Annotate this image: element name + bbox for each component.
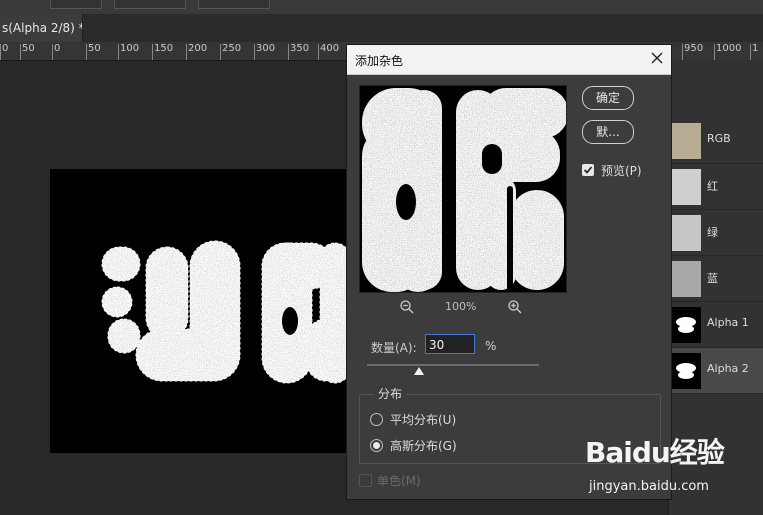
dialog-titlebar[interactable]: 添加杂色 xyxy=(347,45,671,75)
channel-row[interactable]: 红 xyxy=(669,164,763,210)
ok-button[interactable]: 确定 xyxy=(582,86,634,110)
channel-row[interactable]: RGB xyxy=(669,118,763,164)
document-tab[interactable]: s(Alpha 2/8) * × xyxy=(0,14,83,42)
ruler-tick xyxy=(118,44,119,60)
ruler-label: 0 xyxy=(54,43,61,54)
ruler-tick xyxy=(52,44,53,60)
channel-label: Alpha 1 xyxy=(707,316,749,329)
checkmark-icon xyxy=(583,166,593,174)
options-button[interactable] xyxy=(114,0,186,9)
options-button[interactable] xyxy=(198,0,270,9)
ruler-label: 350 xyxy=(290,43,310,54)
channel-row[interactable]: Alpha 2 xyxy=(669,348,763,394)
ruler-tick xyxy=(254,44,255,60)
ruler-label: 250 xyxy=(222,43,242,54)
channel-label: 绿 xyxy=(707,226,718,239)
ruler-tick xyxy=(152,44,153,60)
channel-row[interactable]: 绿 xyxy=(669,210,763,256)
channel-thumbnail xyxy=(671,215,701,251)
preview-label: 预览(P) xyxy=(601,164,642,178)
channel-thumbnail xyxy=(671,169,701,205)
ruler-tick xyxy=(0,44,1,60)
amount-slider-track[interactable] xyxy=(367,364,539,366)
baidu-jingyan-watermark: Baidu经验 jingyan.baidu.com xyxy=(585,431,760,501)
channel-label: RGB xyxy=(707,132,731,145)
watermark-url: jingyan.baidu.com xyxy=(589,479,709,494)
ruler-tick xyxy=(714,44,715,60)
options-bar xyxy=(0,0,763,15)
canvas-artwork xyxy=(50,169,350,453)
amount-label: 数量(A): xyxy=(371,341,417,355)
gaussian-radio[interactable] xyxy=(370,439,383,452)
ruler-label: 1000 xyxy=(716,43,742,54)
channel-thumbnail xyxy=(671,261,701,297)
dialog-title: 添加杂色 xyxy=(355,54,404,68)
channel-label: Alpha 2 xyxy=(707,362,749,375)
preview-artwork xyxy=(360,86,566,292)
channel-thumbnail xyxy=(671,353,701,389)
document-canvas[interactable] xyxy=(50,169,350,453)
watermark-brand: Baidu经验 xyxy=(585,436,725,469)
amount-unit: % xyxy=(485,339,497,353)
ruler-tick xyxy=(682,44,683,60)
ruler-tick xyxy=(186,44,187,60)
ruler-label: 150 xyxy=(154,43,174,54)
ruler-tick xyxy=(288,44,289,60)
ruler-label: 0 xyxy=(2,43,9,54)
ruler-label: 50 xyxy=(88,43,101,54)
preview-zoom-controls: 100% xyxy=(359,299,565,317)
distribution-legend: 分布 xyxy=(374,385,407,402)
ruler-label: 200 xyxy=(188,43,208,54)
ruler-tick xyxy=(750,44,751,60)
close-icon[interactable] xyxy=(651,49,663,68)
zoom-out-icon[interactable] xyxy=(399,299,415,315)
ruler-tick xyxy=(220,44,221,60)
amount-input[interactable]: 30 xyxy=(425,334,475,354)
preview-image[interactable] xyxy=(359,85,567,293)
default-button[interactable]: 默... xyxy=(582,120,634,144)
ruler-label: 950 xyxy=(684,43,704,54)
channel-label: 红 xyxy=(707,180,718,193)
monochrome-label: 单色(M) xyxy=(377,474,421,488)
channel-label: 蓝 xyxy=(707,272,718,285)
ruler-tick xyxy=(318,44,319,60)
channel-thumbnail xyxy=(671,123,701,159)
uniform-radio[interactable] xyxy=(370,413,383,426)
amount-slider-thumb[interactable] xyxy=(414,367,424,375)
options-button[interactable] xyxy=(50,0,102,9)
channel-row[interactable]: Alpha 1 xyxy=(669,302,763,348)
document-tab-title: s(Alpha 2/8) * xyxy=(2,21,83,35)
ruler-label: 100 xyxy=(120,43,140,54)
channel-thumbnail xyxy=(671,307,701,343)
gaussian-label: 高斯分布(G) xyxy=(390,439,457,453)
channel-row[interactable]: 蓝 xyxy=(669,256,763,302)
ruler-label: 300 xyxy=(256,43,276,54)
zoom-in-icon[interactable] xyxy=(507,299,523,315)
ruler-label: 50 xyxy=(22,43,35,54)
ruler-tick xyxy=(20,44,21,60)
ruler-tick xyxy=(86,44,87,60)
uniform-label: 平均分布(U) xyxy=(390,413,457,427)
tab-bar: s(Alpha 2/8) * × xyxy=(0,14,763,42)
monochrome-checkbox[interactable] xyxy=(359,474,372,487)
ruler-label: 400 xyxy=(320,43,340,54)
preview-checkbox[interactable] xyxy=(582,164,594,176)
zoom-percent: 100% xyxy=(445,300,477,313)
ruler-label: 1 xyxy=(752,43,759,54)
